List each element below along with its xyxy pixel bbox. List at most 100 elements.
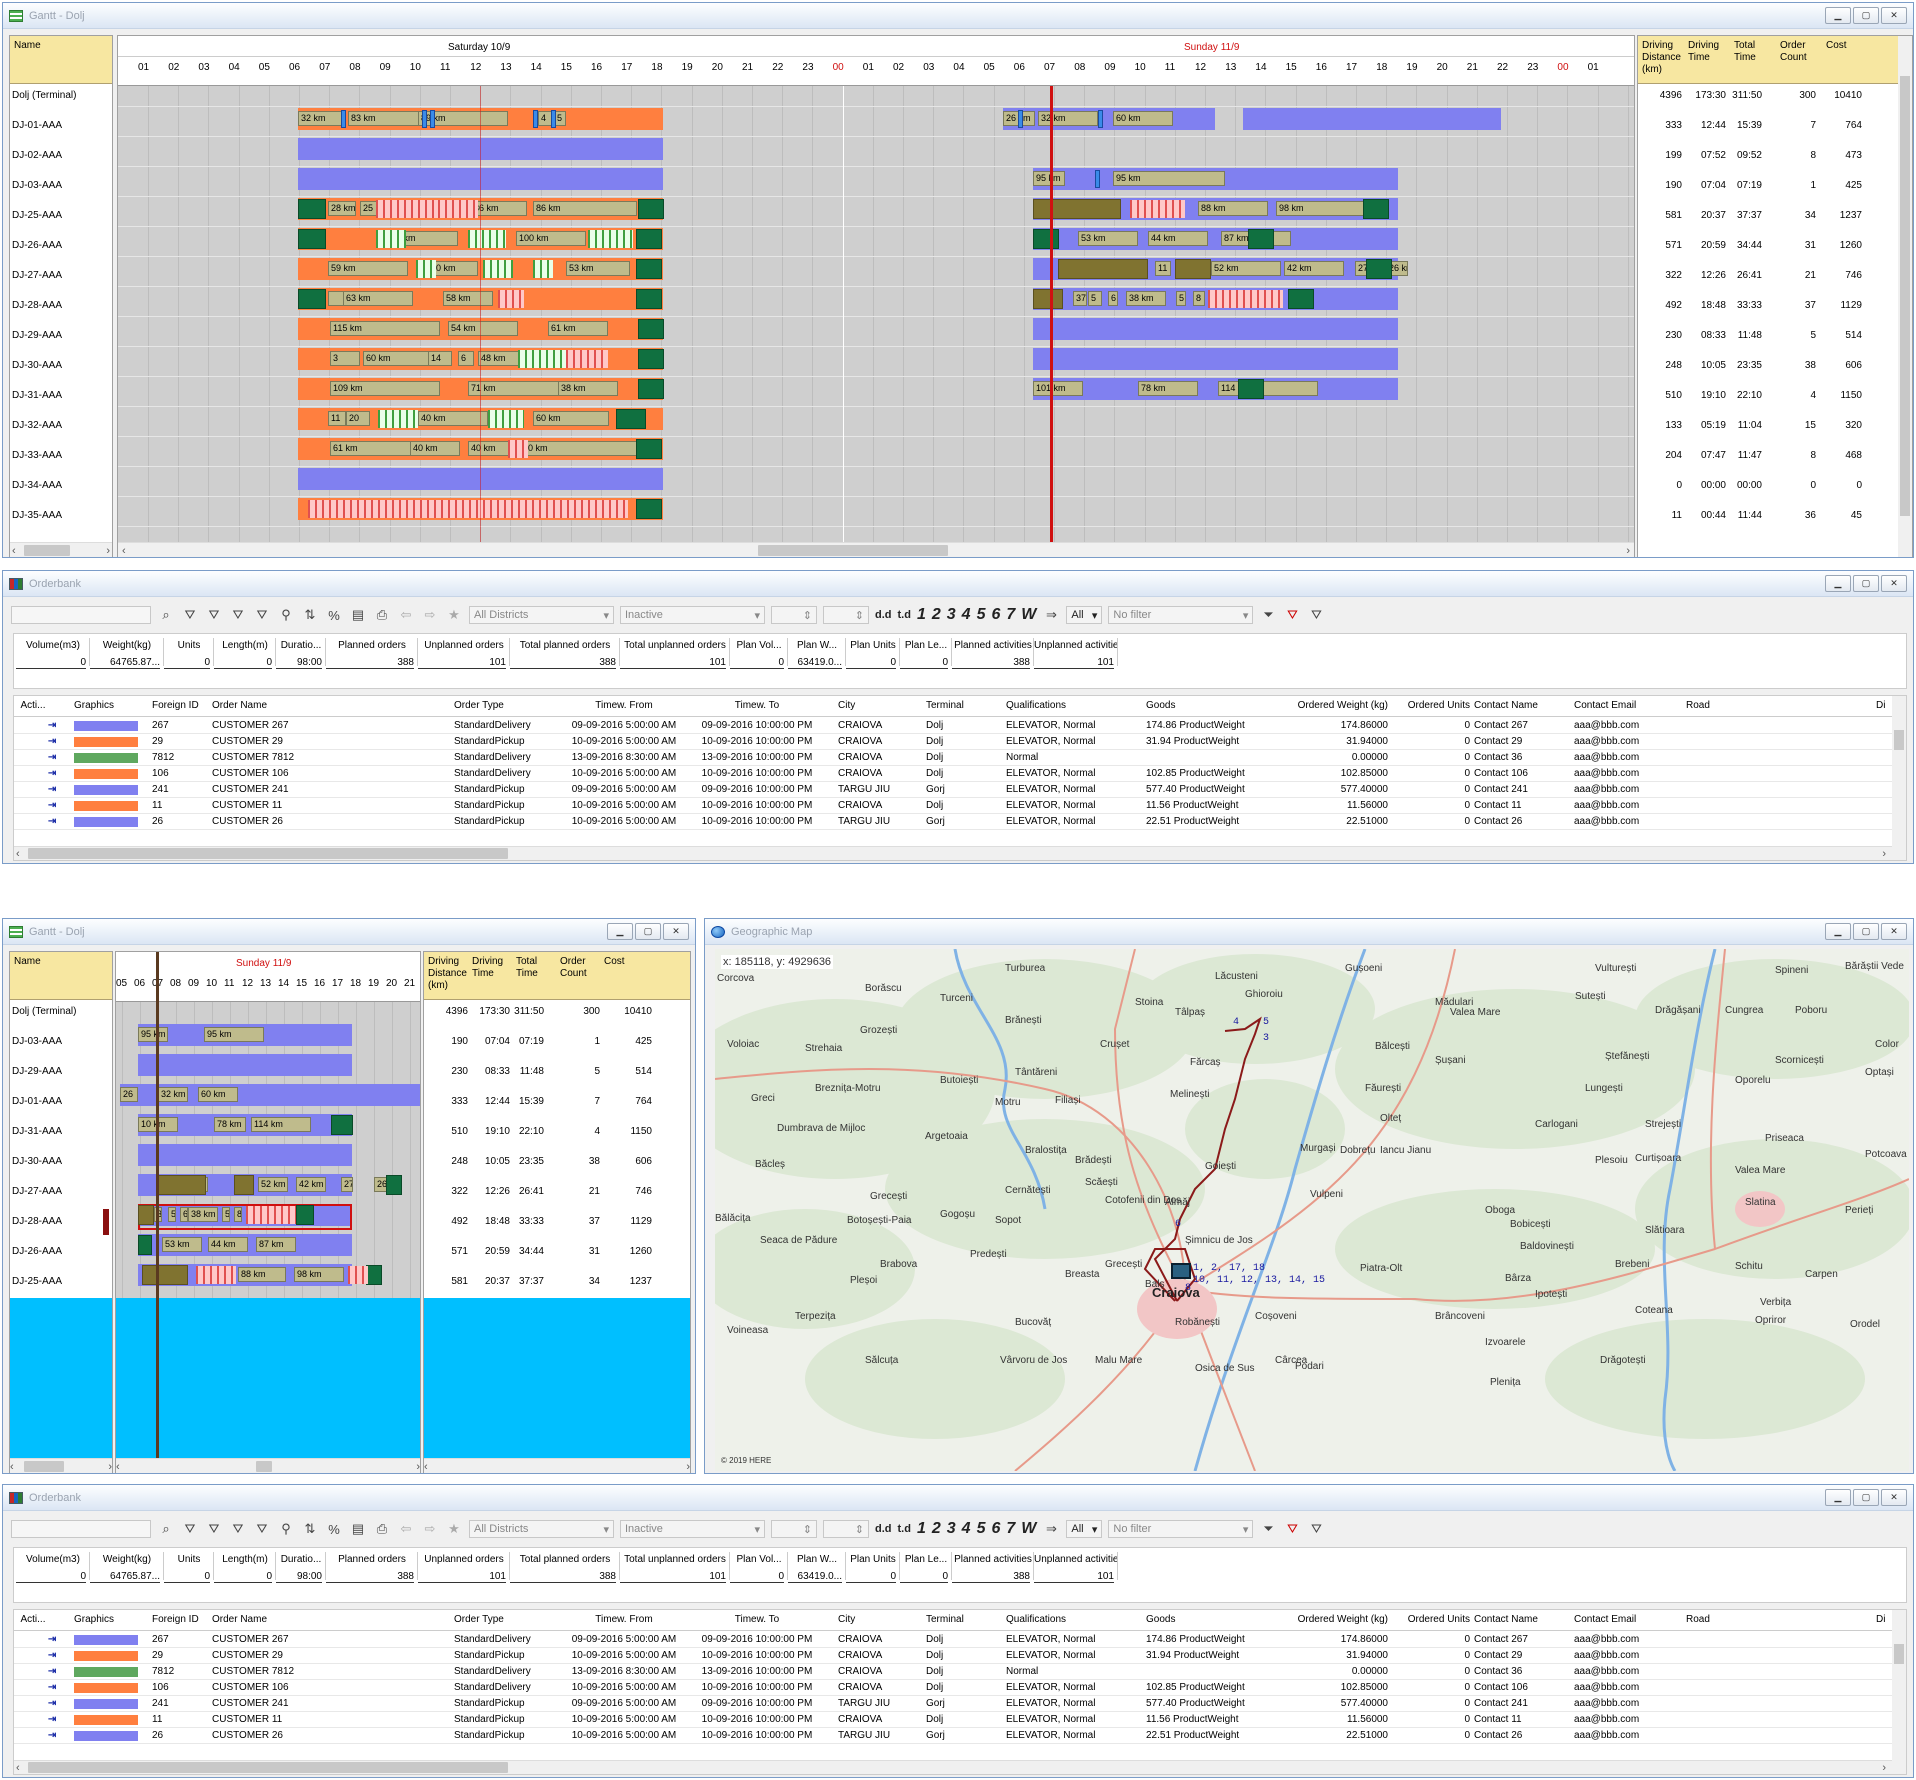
forward-arrow-icon[interactable]: ⇨ bbox=[421, 1520, 439, 1538]
td-button[interactable]: t.d bbox=[898, 1523, 911, 1535]
route-segment[interactable]: 88 km bbox=[1198, 201, 1268, 216]
summary-header[interactable]: Units bbox=[164, 1554, 214, 1565]
column-header[interactable]: Goods bbox=[1146, 700, 1266, 711]
filter-icon[interactable]: ⛛ bbox=[181, 1520, 199, 1538]
summary-header[interactable]: Planned activities bbox=[952, 640, 1034, 651]
day-button-6[interactable]: 6 bbox=[991, 606, 1000, 624]
row-name[interactable]: DJ-03-AAA bbox=[12, 180, 62, 191]
route-segment[interactable]: 6 bbox=[458, 351, 474, 366]
table-row[interactable]: ⇥ 26 CUSTOMER 26 StandardPickup 10-09-2016 5… bbox=[14, 814, 1906, 830]
activity-block[interactable] bbox=[638, 349, 664, 369]
filter-settings-icon[interactable]: ⛛ bbox=[1307, 606, 1325, 624]
stats-column-header[interactable]: Cost bbox=[604, 956, 646, 968]
percent-icon[interactable]: % bbox=[325, 606, 343, 624]
summary-header[interactable]: Plan Units bbox=[846, 1554, 900, 1565]
close-button[interactable]: ✕ bbox=[1881, 7, 1907, 24]
stats-column-header[interactable]: Order Count bbox=[1780, 40, 1824, 64]
filter-edit-icon[interactable]: ⛛ bbox=[229, 606, 247, 624]
activity-block[interactable] bbox=[636, 439, 662, 459]
route-segment[interactable]: 98 km bbox=[294, 1267, 344, 1282]
star-icon[interactable]: ★ bbox=[445, 606, 463, 624]
summary-header[interactable]: Weight(kg) bbox=[90, 640, 164, 651]
close-button[interactable]: ✕ bbox=[1881, 923, 1907, 940]
route-segment[interactable]: 38 km bbox=[558, 381, 618, 396]
row-name[interactable]: DJ-33-AAA bbox=[12, 450, 62, 461]
route-segment[interactable]: 5 bbox=[168, 1207, 176, 1222]
route-segment[interactable]: 95 km bbox=[204, 1027, 264, 1042]
summary-header[interactable]: Planned orders bbox=[326, 640, 418, 651]
route-bar-day2[interactable] bbox=[1033, 348, 1398, 370]
day-button-1[interactable]: 1 bbox=[917, 1520, 926, 1538]
route-segment[interactable]: 14 bbox=[428, 351, 452, 366]
maximize-button[interactable]: ▢ bbox=[635, 923, 661, 940]
day-button-3[interactable]: 3 bbox=[947, 606, 956, 624]
stats-column-header[interactable]: Cost bbox=[1826, 40, 1870, 52]
column-header[interactable]: Contact Name bbox=[1474, 1614, 1574, 1625]
route-segment[interactable]: 32 km bbox=[298, 111, 344, 126]
route-segment[interactable]: 109 km bbox=[330, 381, 440, 396]
column-header[interactable]: Order Type bbox=[454, 700, 554, 711]
summary-header[interactable]: Unplanned orders bbox=[418, 640, 510, 651]
table-row[interactable]: ⇥ 29 CUSTOMER 29 StandardPickup 10-09-2016 5… bbox=[14, 734, 1906, 750]
route-segment[interactable]: 60 km bbox=[198, 1087, 238, 1102]
day-button-5[interactable]: 5 bbox=[977, 606, 986, 624]
summary-header[interactable]: Plan W... bbox=[788, 640, 846, 651]
route-segment[interactable]: 44 km bbox=[208, 1237, 248, 1252]
stop-markers[interactable] bbox=[246, 1206, 296, 1224]
filter-icon[interactable]: ⛛ bbox=[181, 606, 199, 624]
stop-markers[interactable] bbox=[518, 350, 568, 368]
route-segment[interactable]: 26 bbox=[120, 1087, 138, 1102]
table-row[interactable]: ⇥ 7812 CUSTOMER 7812 StandardDelivery 13-09-… bbox=[14, 750, 1906, 766]
orders-vscrollbar[interactable] bbox=[1892, 696, 1906, 860]
activity-block[interactable] bbox=[156, 1175, 206, 1195]
summary-header[interactable]: Volume(m3) bbox=[16, 1554, 90, 1565]
summary-header[interactable]: Plan W... bbox=[788, 1554, 846, 1565]
column-header[interactable]: Order Type bbox=[454, 1614, 554, 1625]
filter-settings-icon[interactable]: ⛛ bbox=[1307, 1520, 1325, 1538]
route-segment[interactable]: 38 km bbox=[1126, 291, 1166, 306]
remove-filter-icon[interactable]: ⛛ bbox=[1283, 606, 1301, 624]
route-segment[interactable]: 52 km bbox=[1211, 261, 1281, 276]
activity-block[interactable] bbox=[636, 499, 662, 519]
row-name[interactable]: DJ-01-AAA bbox=[12, 120, 62, 131]
day-button-4[interactable]: 4 bbox=[962, 1520, 971, 1538]
stop-markers[interactable] bbox=[348, 1266, 368, 1284]
route-segment[interactable]: 32 km bbox=[158, 1087, 188, 1102]
stop-marker[interactable] bbox=[430, 110, 435, 128]
stop-markers[interactable] bbox=[416, 260, 436, 278]
route-segment[interactable]: 78 km bbox=[1138, 381, 1198, 396]
row-name[interactable]: DJ-29-AAA bbox=[12, 330, 62, 341]
route-segment[interactable]: 60 km bbox=[363, 351, 433, 366]
route-segment[interactable]: 59 km bbox=[328, 261, 408, 276]
row-name[interactable]: DJ-02-AAA bbox=[12, 150, 62, 161]
route-stop-label[interactable]: 4 bbox=[1233, 1017, 1239, 1028]
activity-block[interactable] bbox=[1288, 289, 1314, 309]
stats-column-header[interactable]: Driving Distance (km) bbox=[428, 956, 470, 992]
stop-marker[interactable] bbox=[1018, 110, 1023, 128]
route-segment[interactable]: 5 bbox=[1176, 291, 1186, 306]
district-select[interactable]: All Districts ▾ bbox=[469, 606, 614, 624]
spin-box-1[interactable]: ⇕ bbox=[771, 606, 817, 624]
route-segment[interactable]: 40 km bbox=[410, 441, 460, 456]
status-select[interactable]: Inactive ▾ bbox=[620, 606, 765, 624]
route-segment[interactable]: 6 bbox=[180, 1207, 188, 1222]
funnel-icon[interactable]: ⏷ bbox=[1259, 1520, 1277, 1538]
row-name[interactable]: DJ-03-AAA bbox=[12, 1036, 62, 1047]
table-row[interactable]: ⇥ 267 CUSTOMER 267 StandardDelivery 09-09-20… bbox=[14, 1632, 1906, 1648]
column-header[interactable]: Terminal bbox=[926, 700, 1006, 711]
table-row[interactable]: ⇥ 11 CUSTOMER 11 StandardPickup 10-09-2016 5… bbox=[14, 798, 1906, 814]
activity-block[interactable] bbox=[298, 199, 326, 219]
stop-markers[interactable] bbox=[488, 410, 524, 428]
search-icon[interactable]: ⌕ bbox=[157, 1520, 175, 1538]
row-name[interactable]: DJ-30-AAA bbox=[12, 360, 62, 371]
day-button-2[interactable]: 2 bbox=[932, 1520, 941, 1538]
geographic-map[interactable]: x: 185118, y: 4929636 © 2019 HERE Craiov… bbox=[715, 949, 1909, 1471]
column-header[interactable]: Contact Email bbox=[1574, 700, 1674, 711]
stop-markers[interactable] bbox=[1130, 200, 1185, 218]
filter-add-icon[interactable]: ⛛ bbox=[205, 1520, 223, 1538]
grid-icon[interactable]: ▤ bbox=[349, 606, 367, 624]
route-segment[interactable]: 114 km bbox=[251, 1117, 311, 1132]
activity-block[interactable] bbox=[1366, 259, 1392, 279]
activity-block[interactable] bbox=[636, 229, 662, 249]
minimize-button[interactable]: ▁ bbox=[1825, 1489, 1851, 1506]
